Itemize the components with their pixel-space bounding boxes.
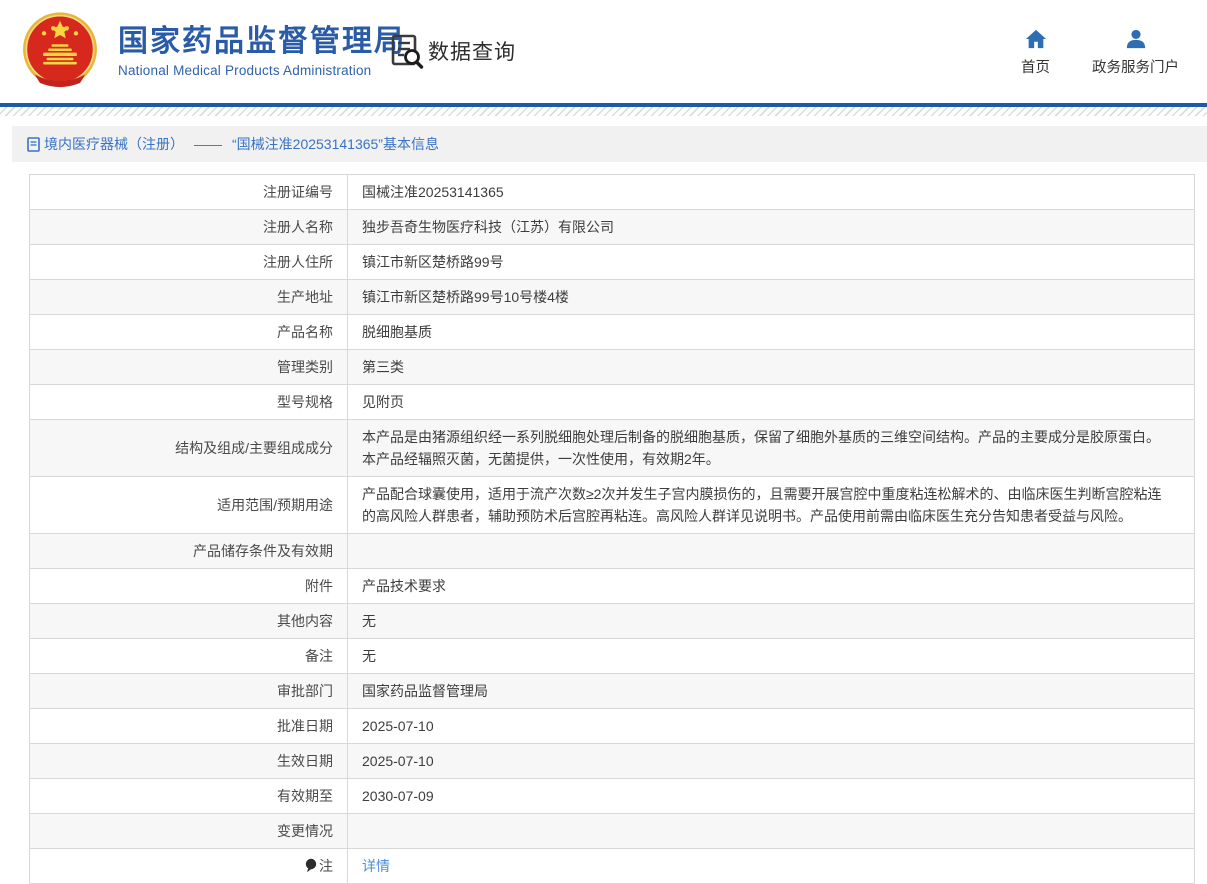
row-label: 适用范围/预期用途 [30, 477, 348, 534]
page-header: 国家药品监督管理局 National Medical Products Admi… [0, 0, 1207, 103]
org-name-en: National Medical Products Administration [118, 63, 406, 78]
table-row: 审批部门国家药品监督管理局 [30, 674, 1195, 709]
table-row: 结构及组成/主要组成成分本产品是由猪源组织经一系列脱细胞处理后制备的脱细胞基质，… [30, 420, 1195, 477]
row-label-note: 注 [30, 849, 348, 884]
row-value: 无 [348, 639, 1195, 674]
row-value: 镇江市新区楚桥路99号 [348, 245, 1195, 280]
table-row: 其他内容无 [30, 604, 1195, 639]
org-titles: 国家药品监督管理局 National Medical Products Admi… [118, 25, 406, 78]
row-value: 国械注准20253141365 [348, 175, 1195, 210]
nav-service-portal[interactable]: 政务服务门户 [1092, 28, 1179, 77]
document-search-icon [390, 33, 424, 69]
user-icon [1125, 28, 1147, 50]
nmpa-logo[interactable]: 国家药品监督管理局 National Medical Products Admi… [18, 9, 406, 93]
table-row: 注册人名称独步吾奇生物医疗科技（江苏）有限公司 [30, 210, 1195, 245]
table-row: 产品储存条件及有效期 [30, 534, 1195, 569]
table-row: 适用范围/预期用途产品配合球囊使用，适用于流产次数≥2次并发生子宫内膜损伤的，且… [30, 477, 1195, 534]
row-label: 注册证编号 [30, 175, 348, 210]
table-row: 生效日期2025-07-10 [30, 744, 1195, 779]
table-row: 有效期至2030-07-09 [30, 779, 1195, 814]
row-label: 有效期至 [30, 779, 348, 814]
table-row: 型号规格见附页 [30, 385, 1195, 420]
row-label: 结构及组成/主要组成成分 [30, 420, 348, 477]
row-label: 变更情况 [30, 814, 348, 849]
row-value: 第三类 [348, 350, 1195, 385]
breadcrumb-category[interactable]: 境内医疗器械（注册） [44, 134, 184, 154]
row-label: 审批部门 [30, 674, 348, 709]
row-label: 型号规格 [30, 385, 348, 420]
row-value: 2025-07-10 [348, 709, 1195, 744]
row-value: 镇江市新区楚桥路99号10号楼4楼 [348, 280, 1195, 315]
content-area: 境内医疗器械（注册） —— “国械注准20253141365”基本信息 注册证编… [12, 126, 1207, 884]
row-label: 附件 [30, 569, 348, 604]
table-row: 备注无 [30, 639, 1195, 674]
hatch-band [0, 107, 1207, 116]
row-value: 独步吾奇生物医疗科技（江苏）有限公司 [348, 210, 1195, 245]
breadcrumb: 境内医疗器械（注册） —— “国械注准20253141365”基本信息 [12, 126, 1207, 162]
data-query-title: 数据查询 [390, 33, 516, 69]
registration-info-table: 注册证编号国械注准20253141365 注册人名称独步吾奇生物医疗科技（江苏）… [29, 174, 1195, 884]
nav-home[interactable]: 首页 [1021, 28, 1050, 77]
row-label: 注册人住所 [30, 245, 348, 280]
breadcrumb-current: “国械注准20253141365”基本信息 [232, 134, 439, 154]
table-row: 注册人住所镇江市新区楚桥路99号 [30, 245, 1195, 280]
row-label: 生产地址 [30, 280, 348, 315]
row-value: 本产品是由猪源组织经一系列脱细胞处理后制备的脱细胞基质，保留了细胞外基质的三维空… [348, 420, 1195, 477]
row-value [348, 814, 1195, 849]
note-pin-icon [305, 858, 317, 873]
registration-info-table-wrap: 注册证编号国械注准20253141365 注册人名称独步吾奇生物医疗科技（江苏）… [29, 174, 1195, 884]
row-label: 注册人名称 [30, 210, 348, 245]
detail-link[interactable]: 详情 [362, 858, 390, 874]
row-value: 产品配合球囊使用，适用于流产次数≥2次并发生子宫内膜损伤的，且需要开展宫腔中重度… [348, 477, 1195, 534]
nav-portal-label: 政务服务门户 [1092, 56, 1179, 77]
row-value-note: 详情 [348, 849, 1195, 884]
note-label-text: 注 [319, 858, 333, 874]
breadcrumb-separator: —— [194, 136, 222, 152]
table-row: 附件产品技术要求 [30, 569, 1195, 604]
table-row: 生产地址镇江市新区楚桥路99号10号楼4楼 [30, 280, 1195, 315]
table-row: 变更情况 [30, 814, 1195, 849]
row-value: 脱细胞基质 [348, 315, 1195, 350]
row-value [348, 534, 1195, 569]
row-value: 无 [348, 604, 1195, 639]
row-label: 产品储存条件及有效期 [30, 534, 348, 569]
table-row: 产品名称脱细胞基质 [30, 315, 1195, 350]
table-row: 批准日期2025-07-10 [30, 709, 1195, 744]
row-value: 2025-07-10 [348, 744, 1195, 779]
table-row: 注 详情 [30, 849, 1195, 884]
row-value: 产品技术要求 [348, 569, 1195, 604]
home-icon [1025, 28, 1047, 50]
row-value: 国家药品监督管理局 [348, 674, 1195, 709]
row-label: 生效日期 [30, 744, 348, 779]
table-row: 管理类别第三类 [30, 350, 1195, 385]
row-value: 见附页 [348, 385, 1195, 420]
row-label: 产品名称 [30, 315, 348, 350]
page-icon [27, 137, 40, 152]
row-label: 批准日期 [30, 709, 348, 744]
table-row: 注册证编号国械注准20253141365 [30, 175, 1195, 210]
row-value: 2030-07-09 [348, 779, 1195, 814]
data-query-label: 数据查询 [428, 36, 516, 66]
row-label: 管理类别 [30, 350, 348, 385]
row-label: 备注 [30, 639, 348, 674]
org-name-cn: 国家药品监督管理局 [118, 25, 406, 59]
national-emblem-icon [18, 9, 102, 93]
row-label: 其他内容 [30, 604, 348, 639]
top-nav: 首页 政务服务门户 [1021, 28, 1179, 77]
nav-home-label: 首页 [1021, 56, 1050, 77]
